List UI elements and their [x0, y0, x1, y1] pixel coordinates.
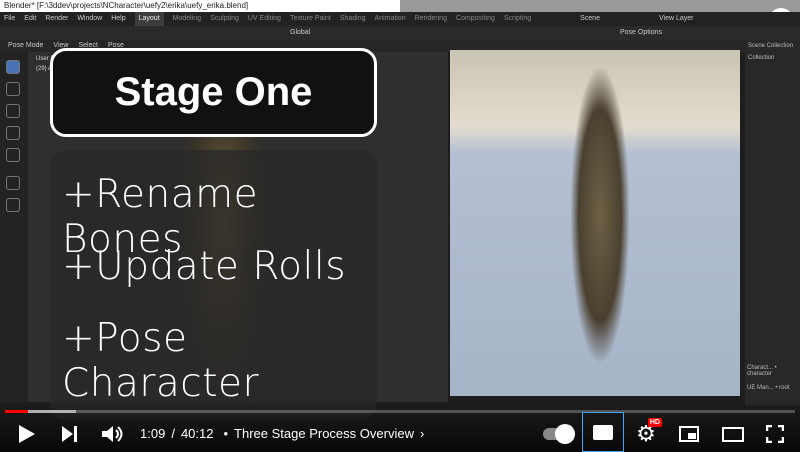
tab-rendering[interactable]: Rendering: [415, 12, 447, 26]
measure-tool-icon[interactable]: [6, 198, 20, 212]
theater-icon: [722, 426, 744, 442]
mode-dropdown[interactable]: Pose Mode: [8, 40, 43, 52]
scene-collection[interactable]: Scene Collection: [745, 40, 800, 52]
tab-animation[interactable]: Animation: [375, 12, 406, 26]
menu-window[interactable]: Window: [77, 12, 102, 26]
miniplayer-button[interactable]: [676, 422, 702, 446]
time-separator: /: [171, 426, 175, 441]
pose-options-dropdown[interactable]: Pose Options: [620, 26, 662, 40]
render-preview: [450, 50, 740, 396]
played-bar: [5, 410, 28, 413]
duration: 40:12: [180, 426, 214, 441]
view-layer-field[interactable]: View Layer: [659, 12, 694, 26]
play-icon: [19, 425, 35, 443]
scene-field[interactable]: Scene: [580, 12, 600, 26]
outliner-panel: Scene Collection Collection Charact... •…: [745, 40, 800, 405]
volume-icon: [102, 426, 123, 442]
menu-file[interactable]: File: [4, 12, 15, 26]
menu-edit[interactable]: Edit: [24, 12, 36, 26]
tab-shading[interactable]: Shading: [340, 12, 366, 26]
chapter-title[interactable]: Three Stage Process Overview: [234, 426, 414, 441]
step-update-rolls: +Update Rolls: [62, 244, 347, 289]
tab-texture-paint[interactable]: Texture Paint: [290, 12, 331, 26]
progress-bar[interactable]: [5, 410, 795, 413]
current-time: 1:09: [140, 426, 166, 441]
theater-mode-button[interactable]: [720, 422, 746, 446]
orientation-dropdown[interactable]: Global: [290, 26, 310, 40]
move-tool-icon[interactable]: [6, 104, 20, 118]
tab-uv-editing[interactable]: UV Editing: [248, 12, 281, 26]
tool-header: Global Pose Options: [0, 26, 800, 40]
menu-help[interactable]: Help: [111, 12, 125, 26]
outliner-item[interactable]: UE Man... • root: [747, 385, 789, 391]
hd-badge: HD: [647, 418, 662, 427]
subtitles-icon: [593, 424, 613, 440]
play-button[interactable]: [14, 422, 40, 446]
outliner-item[interactable]: Charact... • character: [747, 365, 800, 377]
next-icon: [62, 426, 77, 442]
stage-title-card: Stage One: [50, 48, 377, 137]
tab-modeling[interactable]: Modeling: [173, 12, 201, 26]
annotate-tool-icon[interactable]: [6, 176, 20, 190]
cursor-tool-icon[interactable]: [6, 82, 20, 96]
fullscreen-button[interactable]: [762, 422, 788, 446]
volume-button[interactable]: [100, 422, 126, 446]
scale-tool-icon[interactable]: [6, 148, 20, 162]
miniplayer-icon: [679, 426, 699, 442]
fullscreen-icon: [766, 425, 784, 443]
step-pose-character: +Pose Character: [62, 316, 260, 406]
character-render: [570, 65, 630, 365]
steps-panel: +Rename Bones +Update Rolls +Pose Charac…: [50, 150, 377, 420]
tab-sculpting[interactable]: Sculpting: [210, 12, 239, 26]
autoplay-toggle[interactable]: [540, 422, 575, 446]
subtitles-button[interactable]: [582, 412, 624, 452]
window-title: Blender* [F:\3ddev\projects\NCharacter\u…: [0, 0, 400, 12]
tool-shelf: [0, 52, 28, 402]
tab-scripting[interactable]: Scripting: [504, 12, 531, 26]
collection[interactable]: Collection: [745, 52, 800, 64]
chapter-dot: •: [223, 426, 229, 441]
menu-bar: File Edit Render Window Help Layout Mode…: [0, 12, 800, 26]
menu-render[interactable]: Render: [45, 12, 68, 26]
autoplay-play-icon: [555, 424, 575, 444]
select-tool-icon[interactable]: [6, 60, 20, 74]
next-button[interactable]: [58, 422, 82, 446]
tab-compositing[interactable]: Compositing: [456, 12, 495, 26]
step-rename-bones: +Rename Bones: [62, 172, 259, 262]
rotate-tool-icon[interactable]: [6, 126, 20, 140]
window-title-bar: Blender* [F:\3ddev\projects\NCharacter\u…: [0, 0, 800, 12]
time-display: 1:09 / 40:12 • Three Stage Process Overv…: [140, 426, 424, 441]
tab-layout[interactable]: Layout: [134, 12, 164, 26]
chapter-chevron-icon[interactable]: ›: [420, 426, 424, 441]
settings-button[interactable]: ⚙ HD: [632, 418, 662, 446]
